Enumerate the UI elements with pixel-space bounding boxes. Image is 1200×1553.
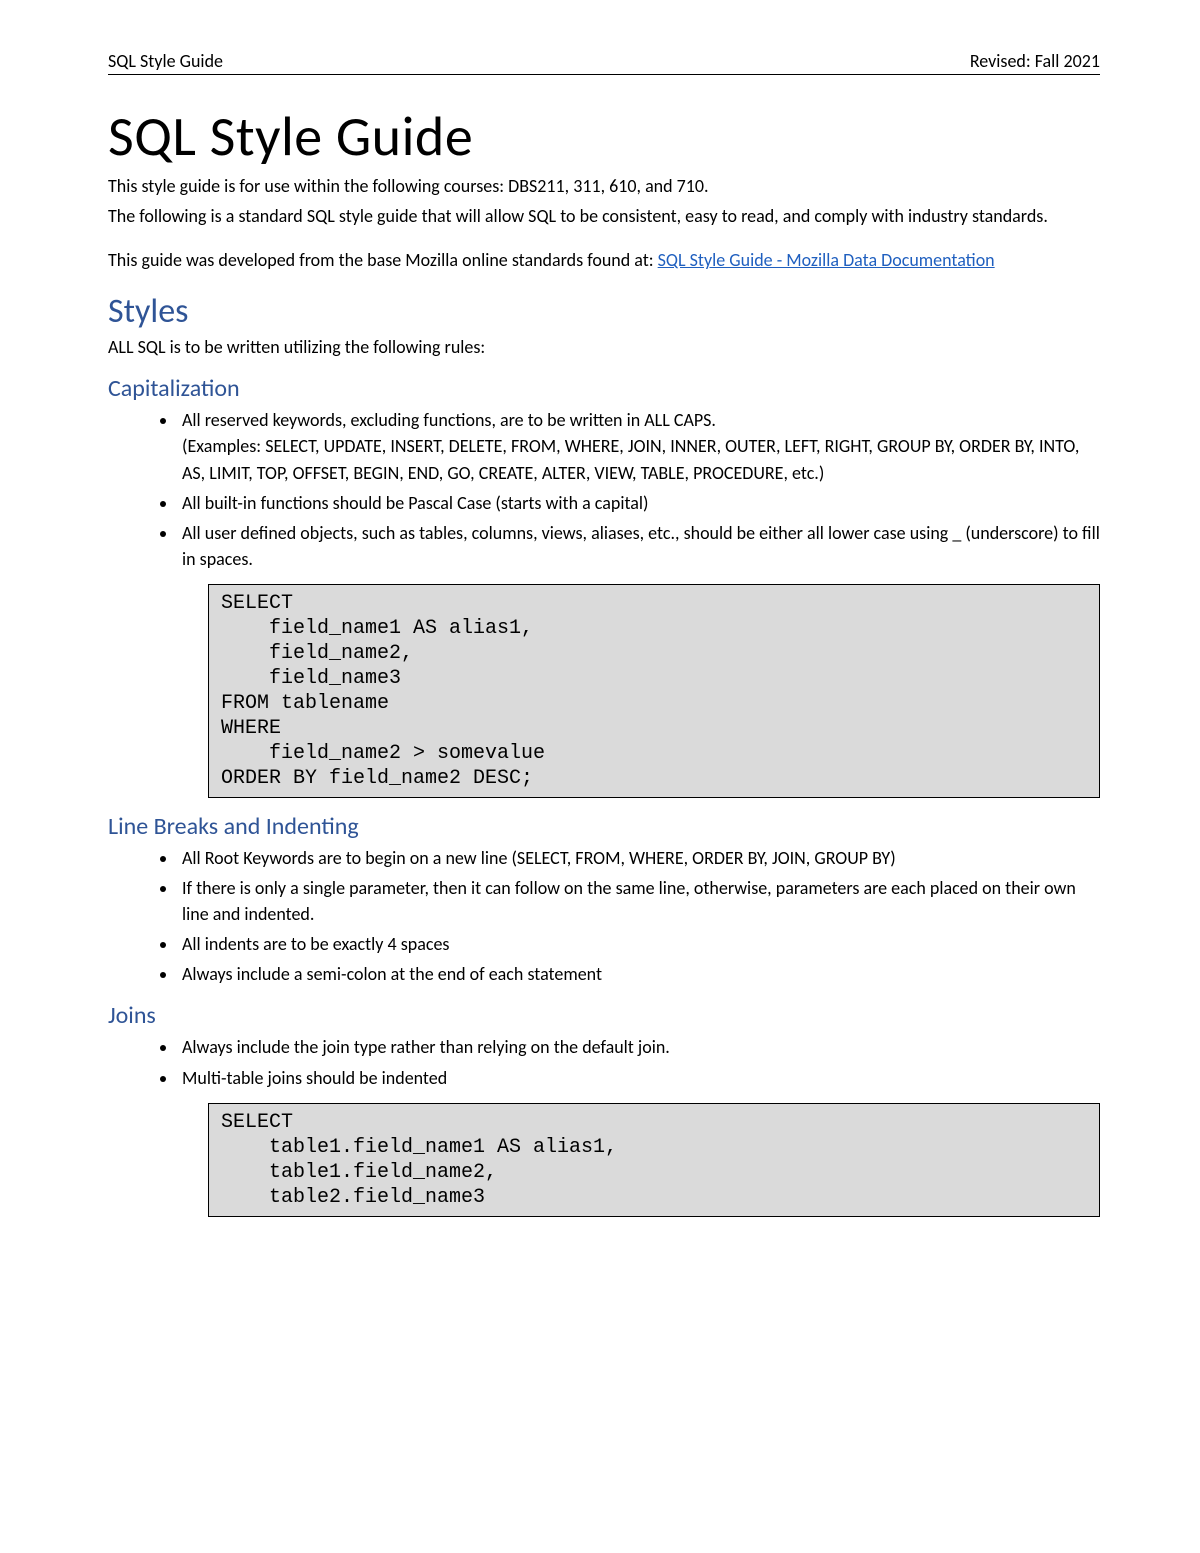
code-block-capitalization: SELECT field_name1 AS alias1, field_name… xyxy=(208,584,1100,798)
intro-paragraph-2: The following is a standard SQL style gu… xyxy=(108,203,1100,229)
list-item: All Root Keywords are to begin on a new … xyxy=(178,845,1100,871)
list-item: Multi-table joins should be indented xyxy=(178,1065,1100,1091)
section-heading-styles: Styles xyxy=(108,291,1100,332)
list-item: Always include the join type rather than… xyxy=(178,1034,1100,1060)
header-right: Revised: Fall 2021 xyxy=(970,50,1100,72)
code-block-joins: SELECT table1.field_name1 AS alias1, tab… xyxy=(208,1103,1100,1217)
list-item: All built-in functions should be Pascal … xyxy=(178,490,1100,516)
list-item: All user defined objects, such as tables… xyxy=(178,520,1100,572)
linebreaks-list: All Root Keywords are to begin on a new … xyxy=(108,845,1100,987)
list-item: All indents are to be exactly 4 spaces xyxy=(178,931,1100,957)
list-item: All reserved keywords, excluding functio… xyxy=(178,407,1100,485)
styles-intro: ALL SQL is to be written utilizing the f… xyxy=(108,334,1100,360)
document-page: SQL Style Guide Revised: Fall 2021 SQL S… xyxy=(0,0,1200,1553)
intro-paragraph-1: This style guide is for use within the f… xyxy=(108,173,1100,199)
document-title: SQL Style Guide xyxy=(108,103,1100,171)
list-item: If there is only a single parameter, the… xyxy=(178,875,1100,927)
header-left: SQL Style Guide xyxy=(108,50,223,72)
page-header: SQL Style Guide Revised: Fall 2021 xyxy=(108,50,1100,75)
intro3-prefix: This guide was developed from the base M… xyxy=(108,249,658,271)
list-item: Always include a semi-colon at the end o… xyxy=(178,961,1100,987)
intro-paragraph-3: This guide was developed from the base M… xyxy=(108,247,1100,273)
subsection-heading-capitalization: Capitalization xyxy=(108,374,1100,403)
subsection-heading-joins: Joins xyxy=(108,1001,1100,1030)
mozilla-style-guide-link[interactable]: SQL Style Guide - Mozilla Data Documenta… xyxy=(658,249,995,271)
capitalization-list: All reserved keywords, excluding functio… xyxy=(108,407,1100,572)
subsection-heading-linebreaks: Line Breaks and Indenting xyxy=(108,812,1100,841)
joins-list: Always include the join type rather than… xyxy=(108,1034,1100,1090)
